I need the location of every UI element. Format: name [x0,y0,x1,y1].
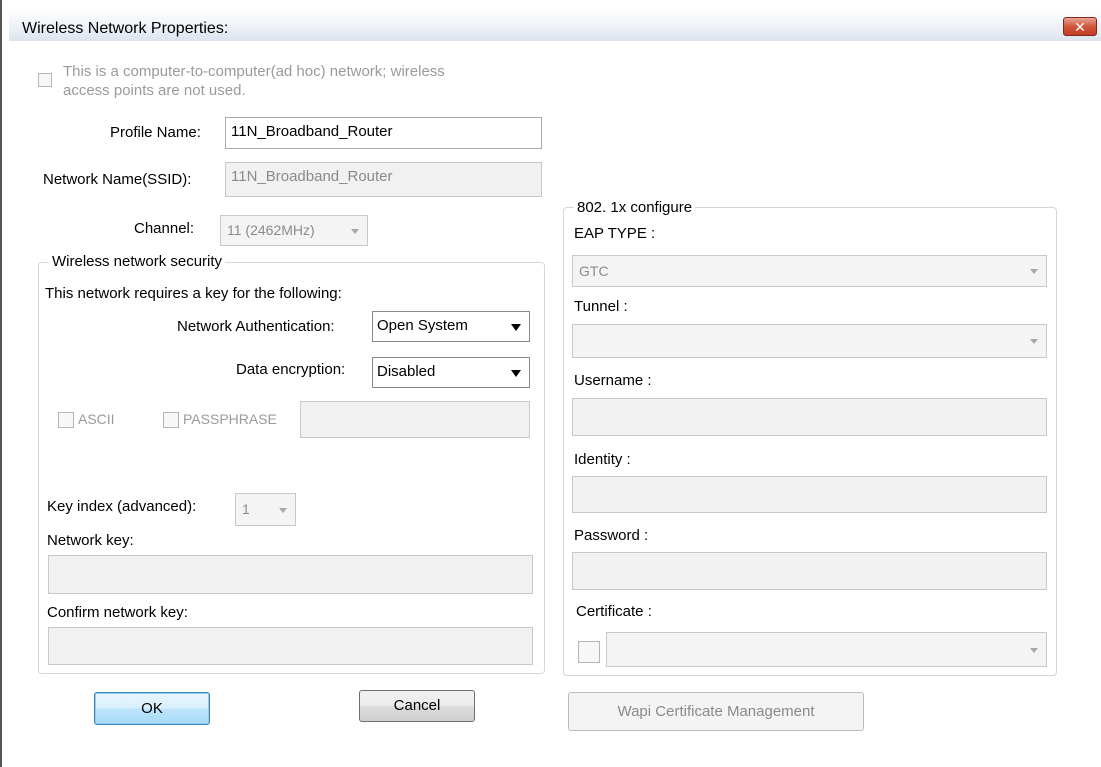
dot1x-legend: 802. 1x configure [574,199,696,216]
confirm-key-input [48,627,533,665]
confirm-key-label: Confirm network key: [47,604,188,621]
adhoc-checkbox[interactable] [38,73,52,87]
chevron-down-icon [279,507,287,513]
ascii-checkbox [58,412,74,428]
wapi-certificate-button-label: Wapi Certificate Management [617,703,815,720]
ok-button[interactable]: OK [94,692,210,725]
chevron-down-icon [1030,269,1038,274]
network-key-label: Network key: [47,532,134,549]
adhoc-label-line1: This is a computer-to-computer(ad hoc) n… [63,63,445,80]
adhoc-label-line2: access points are not used. [63,82,246,99]
passphrase-checkbox [163,412,179,428]
profile-name-label: Profile Name: [110,124,201,141]
certificate-label: Certificate : [576,603,652,620]
adhoc-label: This is a computer-to-computer(ad hoc) n… [63,62,445,100]
network-auth-select[interactable]: Open System [372,311,530,342]
tunnel-select [572,324,1047,358]
certificate-select [606,632,1047,667]
channel-label: Channel: [134,220,195,237]
ssid-label: Network Name(SSID): [43,171,192,188]
wapi-certificate-button: Wapi Certificate Management [568,692,864,731]
cancel-button-label: Cancel [393,697,441,714]
chevron-down-icon [1030,647,1038,653]
password-input [572,552,1047,590]
username-input [572,398,1047,436]
certificate-checkbox [578,641,600,663]
window-title: Wireless Network Properties: [22,20,229,37]
chevron-down-icon [511,369,521,377]
identity-input [572,476,1047,513]
network-auth-value: Open System [377,317,468,334]
close-icon: ✕ [1074,19,1086,35]
cancel-button[interactable]: Cancel [359,690,475,722]
chevron-down-icon [351,228,359,234]
password-label: Password : [574,527,649,544]
key-index-label: Key index (advanced): [47,498,197,515]
profile-name-value: 11N_Broadband_Router [231,123,393,140]
data-encryption-value: Disabled [377,363,436,380]
channel-select: 11 (2462MHz) [220,215,368,246]
chevron-down-icon [511,323,521,331]
profile-name-input[interactable]: 11N_Broadband_Router [225,117,542,149]
tunnel-label: Tunnel : [574,298,628,315]
data-encryption-label: Data encryption: [236,361,346,378]
passphrase-input [300,401,530,438]
key-index-value: 1 [242,501,250,517]
identity-label: Identity : [574,451,631,468]
security-legend: Wireless network security [49,253,226,270]
channel-value: 11 (2462MHz) [227,222,315,238]
key-index-select: 1 [235,493,296,526]
network-auth-label: Network Authentication: [177,318,335,335]
eap-type-select: GTC [572,255,1047,287]
network-key-input [48,555,533,594]
data-encryption-select[interactable]: Disabled [372,357,530,388]
ascii-label: ASCII [78,411,115,427]
eap-type-value: GTC [579,263,609,279]
requires-key-text: This network requires a key for the foll… [45,285,342,302]
eap-type-label: EAP TYPE : [574,225,656,242]
ssid-value: 11N_Broadband_Router [231,168,393,185]
window-frame-edge [0,0,2,767]
ssid-input: 11N_Broadband_Router [225,162,542,197]
passphrase-label: PASSPHRASE [183,411,277,427]
close-button[interactable]: ✕ [1063,17,1097,36]
chevron-down-icon [1030,339,1038,344]
username-label: Username : [574,372,652,389]
ok-button-label: OK [141,700,163,717]
